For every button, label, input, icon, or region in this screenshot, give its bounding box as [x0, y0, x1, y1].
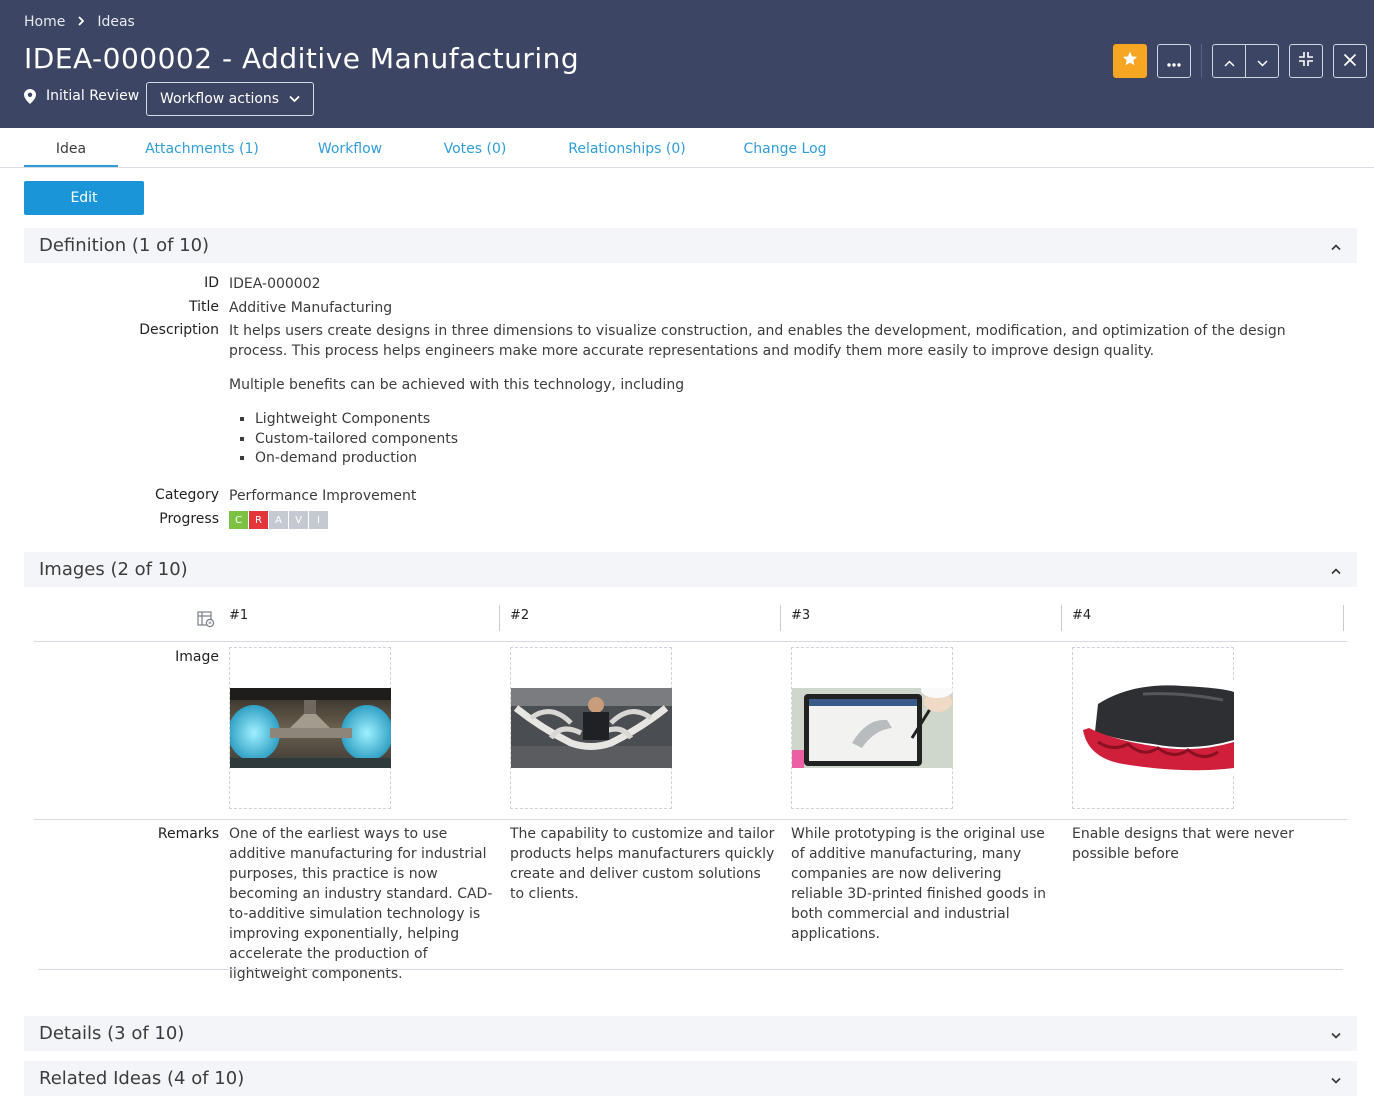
section-definition[interactable]: Definition (1 of 10)	[24, 228, 1357, 263]
column-divider[interactable]	[1343, 605, 1344, 631]
chevron-down-icon	[1331, 1069, 1341, 1088]
edit-button[interactable]: Edit	[24, 181, 144, 215]
column-header-4: #4	[1072, 608, 1092, 623]
state-label: Initial Review	[46, 88, 140, 104]
column-divider[interactable]	[1061, 605, 1062, 631]
chevron-down-icon	[1331, 1024, 1341, 1043]
workshop-lattice-image	[511, 688, 672, 768]
star-icon	[1122, 51, 1138, 71]
remark-1: One of the earliest ways to use additive…	[229, 826, 493, 982]
column-divider[interactable]	[780, 605, 781, 631]
location-pin-icon	[24, 89, 38, 104]
field-label: Description	[139, 322, 219, 338]
close-icon	[1343, 52, 1357, 71]
chevron-down-icon	[1256, 52, 1268, 71]
collapse-view-button[interactable]	[1289, 44, 1323, 78]
tablet-cad-image	[792, 688, 953, 768]
close-button[interactable]	[1333, 44, 1367, 78]
field-label: Category	[155, 487, 219, 503]
field-label: Title	[188, 299, 219, 315]
previous-record-button[interactable]	[1212, 44, 1246, 78]
field-id-value: IDEA-000002	[229, 276, 321, 292]
field-title-value: Additive Manufacturing	[229, 300, 393, 316]
section-details[interactable]: Details (3 of 10)	[24, 1016, 1357, 1051]
field-description-p1: It helps users create designs in three d…	[229, 323, 1286, 359]
collapse-icon	[1298, 51, 1314, 71]
tab-bar: Idea Attachments (1) Workflow Votes (0) …	[0, 128, 1374, 168]
progress-step-a: A	[269, 511, 288, 529]
image-cell-4[interactable]	[1072, 647, 1234, 809]
progress-step-i: I	[309, 511, 328, 529]
next-record-button[interactable]	[1245, 44, 1279, 78]
field-description-p2: Multiple benefits can be achieved with t…	[229, 377, 685, 393]
table-settings-icon[interactable]	[197, 610, 215, 632]
breadcrumb-ideas[interactable]: Ideas	[97, 14, 135, 30]
benefits-list: Lightweight Components Custom-tailored c…	[255, 410, 458, 469]
tab-idea[interactable]: Idea	[24, 128, 118, 167]
list-item: Custom-tailored components	[255, 430, 458, 450]
column-header-2: #2	[510, 608, 530, 623]
breadcrumb: Home Ideas	[24, 14, 135, 30]
progress-step-v: V	[289, 511, 308, 529]
record-header: Home Ideas IDEA-000002 - Additive Manufa…	[0, 0, 1374, 128]
field-label: ID	[204, 275, 219, 291]
favorite-button[interactable]	[1113, 44, 1147, 78]
chevron-down-icon	[289, 91, 300, 107]
skateboard-truck-image	[230, 688, 391, 768]
field-label: Progress	[159, 511, 219, 527]
section-title: Related Ideas (4 of 10)	[39, 1068, 245, 1089]
chevron-up-icon	[1223, 52, 1235, 71]
image-cell-3[interactable]	[791, 647, 953, 809]
page-title: IDEA-000002 - Additive Manufacturing	[24, 42, 580, 75]
workflow-actions-label: Workflow actions	[159, 91, 280, 107]
list-item: Lightweight Components	[255, 410, 458, 430]
chevron-right-icon	[77, 15, 85, 30]
progress-indicator: C R A V I	[229, 511, 328, 529]
list-item: On-demand production	[255, 449, 458, 469]
section-title: Details (3 of 10)	[39, 1023, 185, 1044]
section-title: Definition (1 of 10)	[39, 235, 210, 256]
column-header-1: #1	[229, 608, 249, 623]
remark-4: Enable designs that were never possible …	[1072, 826, 1294, 862]
section-related-ideas[interactable]: Related Ideas (4 of 10)	[24, 1061, 1357, 1096]
shoe-sole-image	[1073, 682, 1234, 774]
divider	[34, 641, 1347, 642]
image-cell-1[interactable]	[229, 647, 391, 809]
image-cell-2[interactable]	[510, 647, 672, 809]
section-images[interactable]: Images (2 of 10)	[24, 552, 1357, 587]
divider	[34, 819, 1347, 820]
divider	[1201, 44, 1202, 78]
divider	[38, 969, 1343, 970]
chevron-up-icon	[1331, 236, 1341, 255]
more-icon	[1167, 52, 1181, 71]
column-header-3: #3	[791, 608, 811, 623]
progress-step-c: C	[229, 511, 248, 529]
tab-change-log[interactable]: Change Log	[736, 128, 834, 167]
chevron-up-icon	[1331, 560, 1341, 579]
breadcrumb-home[interactable]: Home	[24, 14, 65, 30]
remark-3: While prototyping is the original use of…	[791, 826, 1046, 942]
tab-workflow[interactable]: Workflow	[306, 128, 394, 167]
tab-attachments[interactable]: Attachments (1)	[140, 128, 264, 167]
tab-relationships[interactable]: Relationships (0)	[560, 128, 694, 167]
more-actions-button[interactable]	[1157, 44, 1191, 78]
tab-votes[interactable]: Votes (0)	[432, 128, 518, 167]
workflow-actions-button[interactable]: Workflow actions	[146, 82, 314, 116]
section-title: Images (2 of 10)	[39, 559, 188, 580]
progress-step-r: R	[249, 511, 268, 529]
row-label-image: Image	[175, 649, 219, 665]
column-divider[interactable]	[499, 605, 500, 631]
field-category-value: Performance Improvement	[229, 488, 417, 504]
workflow-state: Initial Review	[24, 88, 139, 104]
row-label-remarks: Remarks	[157, 826, 219, 842]
remark-2: The capability to customize and tailor p…	[510, 826, 775, 902]
